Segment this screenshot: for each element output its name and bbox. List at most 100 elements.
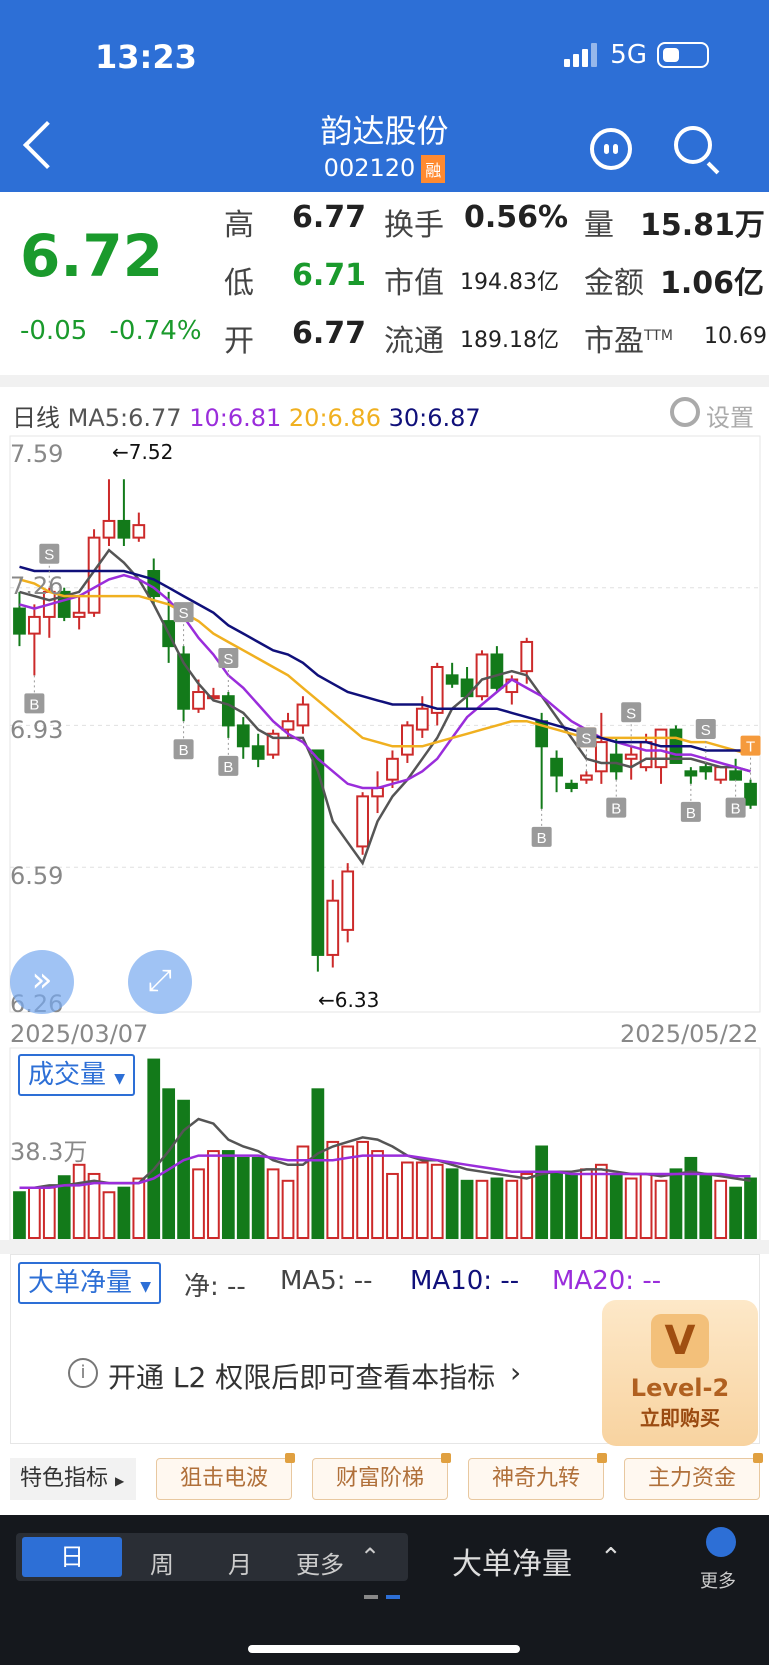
candle-body — [281, 720, 295, 731]
search-icon[interactable] — [674, 126, 712, 164]
candle-body — [639, 741, 653, 769]
candle-body — [192, 691, 205, 710]
signal-icon — [564, 43, 600, 67]
volume-bar — [475, 1179, 489, 1239]
volume-bar — [520, 1172, 534, 1240]
l2-notice[interactable]: 开通 L2 权限后即可查看本指标 — [108, 1356, 495, 1396]
features-label-text: 特色指标 — [20, 1466, 109, 1491]
feature-capital[interactable]: 主力资金 — [624, 1453, 763, 1500]
candle-body — [624, 753, 638, 760]
candle-body — [445, 674, 459, 685]
bigorder-ma10: MA10: -- — [410, 1266, 520, 1296]
signal-label: S — [44, 547, 54, 564]
chevron-right-icon[interactable]: › — [510, 1356, 521, 1389]
volume-bar — [401, 1161, 414, 1240]
feature-nine[interactable]: 神奇九转 — [468, 1453, 607, 1500]
candle-body — [221, 695, 235, 727]
feature-label: 狙击电波 — [179, 1466, 268, 1491]
more-label[interactable]: 更多 — [700, 1567, 736, 1593]
ma10-legend: 10:6.81 — [189, 404, 282, 432]
volume-bar — [535, 1145, 549, 1239]
expand-left-icon[interactable]: » — [10, 950, 74, 1014]
volume-bar — [684, 1156, 698, 1239]
x-end-date: 2025/05/22 — [620, 1020, 759, 1048]
max-price-label: ←7.52 — [112, 440, 174, 464]
candle-body — [550, 757, 563, 777]
y-tick-top: 7.59 — [10, 440, 64, 468]
ma-legend: 日线 MA5:6.77 10:6.81 20:6.86 30:6.87 — [12, 398, 481, 433]
volume-bar — [147, 1058, 161, 1240]
ma20-line — [19, 578, 751, 756]
assistant-icon[interactable] — [590, 128, 632, 170]
fullscreen-icon[interactable]: ⤢ — [128, 950, 192, 1014]
volume-bar — [729, 1186, 742, 1239]
volume-bar — [594, 1163, 608, 1239]
feature-label: 神奇九转 — [491, 1466, 580, 1491]
volume-bar — [117, 1186, 131, 1239]
feature-label: 财富阶梯 — [335, 1466, 424, 1491]
level2-cta: 立即购买 — [640, 1406, 720, 1430]
volume-bar — [415, 1161, 429, 1240]
bigorder-selector[interactable]: 大单净量 ▼ — [18, 1262, 162, 1304]
volume-bar — [177, 1099, 190, 1239]
candle-body — [117, 519, 131, 539]
tab-more[interactable]: 更多 — [296, 1545, 344, 1580]
candle-body — [371, 787, 384, 798]
gear-icon[interactable] — [670, 397, 700, 427]
candle-body — [386, 757, 399, 781]
pe-value: 10.69 — [704, 324, 767, 349]
signal-label: B — [731, 801, 741, 818]
lock-icon — [597, 1453, 607, 1463]
stock-code: 002120 — [323, 154, 416, 182]
lock-icon — [285, 1453, 295, 1463]
kline-chart[interactable]: BSSBBSBTSBSBSBT — [0, 430, 769, 1250]
volume-bar — [132, 1177, 146, 1240]
turnover-label: 换手 — [384, 208, 444, 243]
turnover-value: 0.56% — [464, 200, 569, 235]
candle-body — [341, 870, 355, 931]
high-value: 6.77 — [292, 200, 367, 235]
tab-day[interactable]: 日 — [22, 1537, 122, 1577]
status-time: 13:23 — [95, 38, 197, 76]
chevron-up-icon[interactable]: ⌃ — [600, 1543, 622, 1573]
tab-month[interactable]: 月 — [200, 1545, 280, 1580]
change-percent: -0.74% — [109, 316, 202, 346]
candle-body — [565, 782, 578, 790]
candle-body — [520, 640, 534, 673]
volume-bar — [221, 1150, 235, 1240]
candle-body — [475, 653, 489, 698]
candle-body — [401, 724, 414, 756]
volume-bar — [639, 1172, 653, 1240]
feature-label: 主力资金 — [647, 1466, 736, 1491]
volume-bar — [341, 1145, 355, 1239]
candle-body — [326, 899, 340, 956]
volume-bar — [162, 1088, 176, 1239]
signal-label: B — [29, 696, 39, 713]
indicator-selector[interactable]: 大单净量 — [452, 1539, 572, 1583]
more-icon[interactable] — [706, 1527, 736, 1557]
candle-body — [699, 766, 713, 773]
candle-body — [684, 770, 698, 777]
y-tick-3: 6.93 — [10, 716, 64, 744]
mktcap-label: 市值 — [384, 266, 444, 301]
volume-bar — [28, 1186, 41, 1239]
lock-icon — [753, 1453, 763, 1463]
tab-week[interactable]: 周 — [122, 1545, 202, 1580]
candle-body — [72, 611, 86, 618]
bottom-toolbar: 日 周 月 更多 ⌃ 大单净量 ⌃ 更多 — [0, 1515, 769, 1665]
level2-promo[interactable]: V Level-2 立即购买 — [602, 1300, 758, 1446]
page-dot-active — [386, 1595, 400, 1599]
float-label: 流通 — [384, 324, 444, 359]
volume-selector[interactable]: 成交量 ▼ — [18, 1054, 136, 1096]
features-label[interactable]: 特色指标 ▶ — [10, 1458, 136, 1500]
candle-body — [580, 774, 593, 781]
volume-selector-label: 成交量 — [28, 1060, 107, 1090]
chevron-up-icon[interactable]: ⌃ — [360, 1543, 380, 1571]
settings-button[interactable]: 设置 — [706, 398, 754, 433]
feature-ladder[interactable]: 财富阶梯 — [312, 1453, 451, 1500]
change-value: -0.05 — [20, 316, 88, 346]
status-bar: 13:23 5G — [0, 0, 769, 112]
feature-sniper[interactable]: 狙击电波 — [156, 1453, 295, 1500]
open-value: 6.77 — [292, 316, 367, 351]
last-price: 6.72 — [20, 222, 164, 290]
